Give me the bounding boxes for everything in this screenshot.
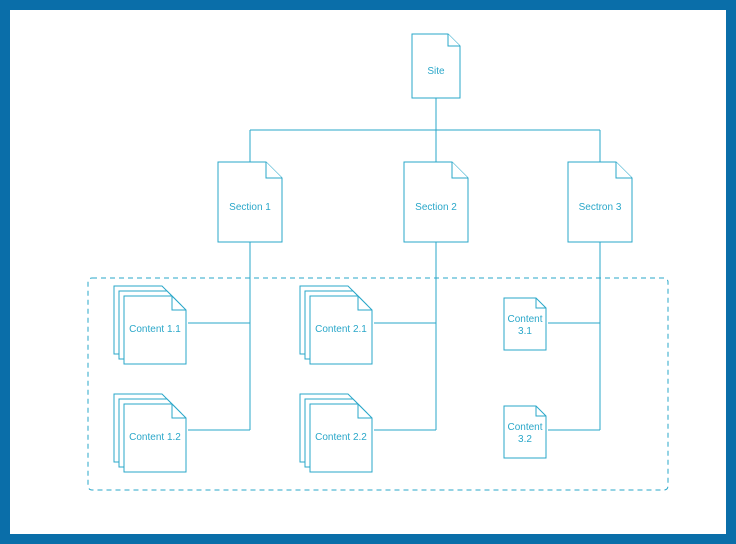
diagram-border: Site Section 1 Section 2 Sectron 3 Conte…	[0, 0, 736, 544]
connectors	[188, 98, 600, 430]
node-content-2-1	[300, 286, 372, 364]
page-shapes	[218, 34, 632, 242]
node-content-3-1	[504, 298, 546, 350]
node-content-2-2	[300, 394, 372, 472]
node-site	[412, 34, 460, 98]
node-content-1-1	[114, 286, 186, 364]
node-section-3	[568, 162, 632, 242]
node-section-1	[218, 162, 282, 242]
node-content-1-2	[114, 394, 186, 472]
sitemap-svg	[10, 10, 726, 534]
content-shapes	[114, 286, 546, 472]
node-content-3-2	[504, 406, 546, 458]
node-section-2	[404, 162, 468, 242]
